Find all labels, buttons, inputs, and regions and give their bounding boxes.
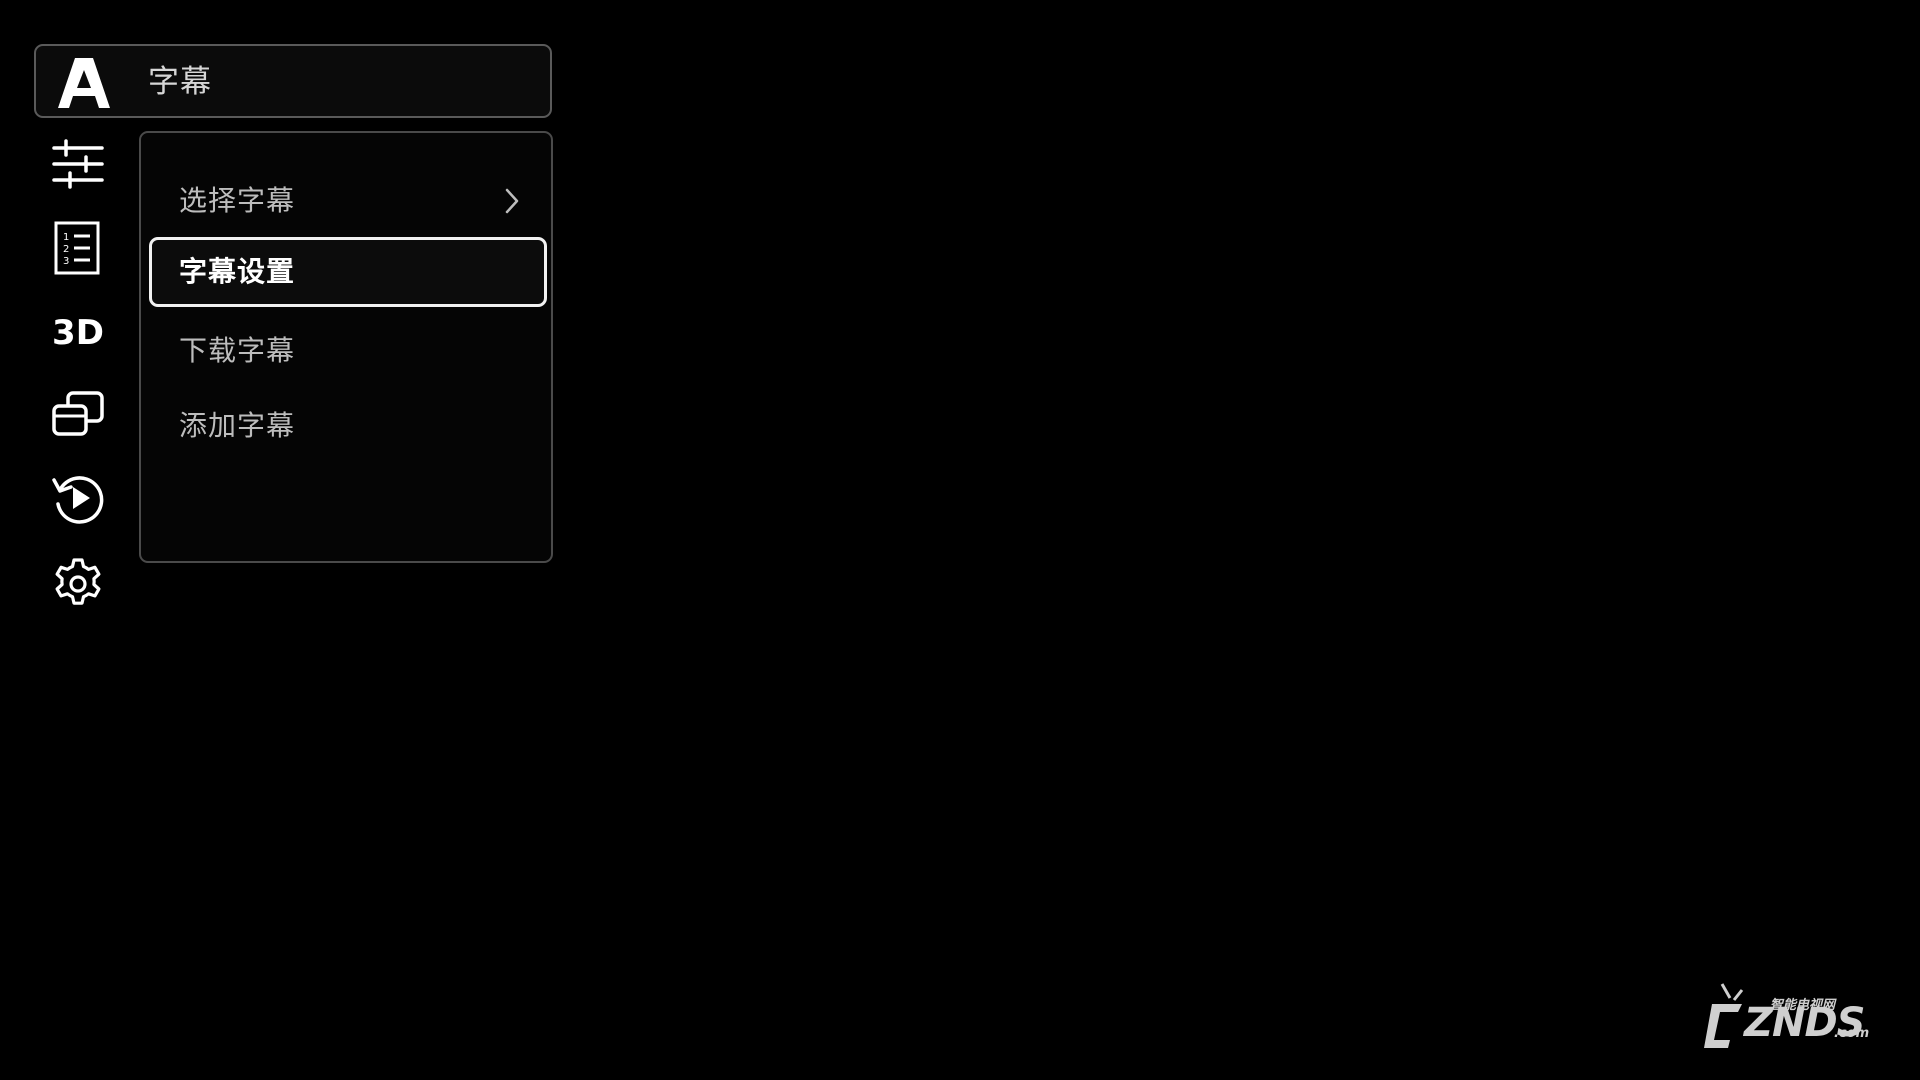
sliders-icon[interactable] — [50, 136, 106, 192]
numbered-list-icon[interactable]: 1 2 3 — [50, 220, 106, 276]
menu-item-label: 添加字幕 — [179, 409, 296, 442]
menu-item-add-subtitle[interactable]: 添加字幕 — [149, 391, 547, 461]
header-title: 字幕 — [148, 64, 212, 100]
znds-watermark: 智能电视网 ZNDS .com — [1704, 980, 1874, 1052]
3d-icon[interactable]: 3D — [50, 304, 106, 360]
subtitle-submenu: 选择字幕 字幕设置 下载字幕 添加字幕 — [139, 131, 553, 563]
subtitle-header[interactable]: 字幕 — [34, 44, 552, 118]
menu-item-subtitle-settings[interactable]: 字幕设置 — [149, 237, 547, 307]
svg-text:1: 1 — [63, 232, 69, 243]
menu-item-download-subtitle[interactable]: 下载字幕 — [149, 316, 547, 386]
replay-icon[interactable] — [50, 470, 106, 526]
gear-icon[interactable] — [50, 554, 106, 610]
watermark-domain: .com — [1834, 1026, 1870, 1041]
svg-text:3: 3 — [63, 256, 69, 267]
menu-item-select-subtitle[interactable]: 选择字幕 — [149, 166, 547, 236]
3d-label: 3D — [52, 313, 104, 353]
menu-item-label: 字幕设置 — [179, 255, 296, 288]
menu-item-label: 选择字幕 — [179, 184, 296, 217]
chevron-right-icon — [505, 188, 519, 214]
menu-item-label: 下载字幕 — [179, 334, 296, 367]
subtitle-a-icon — [58, 58, 110, 108]
svg-text:2: 2 — [63, 244, 69, 255]
window-switch-icon[interactable] — [50, 386, 106, 442]
